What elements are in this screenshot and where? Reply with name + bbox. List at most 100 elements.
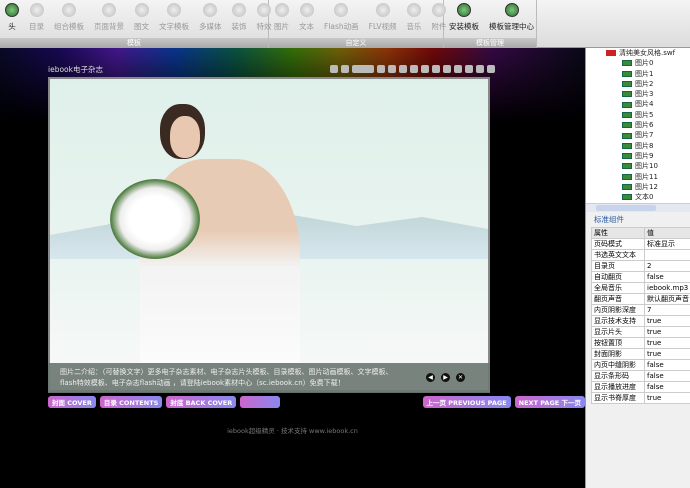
tool-icon[interactable] [399, 65, 407, 73]
tree-item[interactable]: 图片7 [586, 130, 690, 140]
tree-item[interactable]: 文本0 [586, 192, 690, 202]
property-row[interactable]: 显示书脊厚度 true [591, 392, 690, 404]
property-name: 全局音乐 [591, 282, 645, 294]
toolbar-button[interactable]: 图文 [129, 0, 154, 32]
tool-icon[interactable] [421, 65, 429, 73]
previous-page-button[interactable]: 上一页 PREVIOUS PAGE [422, 396, 511, 408]
property-name: 目录页 [591, 260, 645, 272]
toolbar-button[interactable]: 多媒体 [194, 0, 227, 32]
tree-item[interactable]: 图片8 [586, 141, 690, 151]
next-page-button[interactable]: NEXT PAGE 下一页 [514, 396, 585, 408]
property-value[interactable]: true [644, 315, 690, 327]
property-name: 封面阴影 [591, 348, 645, 360]
tree-item[interactable]: 图片4 [586, 99, 690, 109]
zoom-icon[interactable] [341, 65, 349, 73]
tree-item[interactable]: 图片11 [586, 172, 690, 182]
property-row[interactable]: 翻页声音 默认翻页声音 [591, 293, 690, 305]
property-row[interactable]: 内页中缝阴影 false [591, 359, 690, 371]
property-row[interactable]: 显示条形码 false [591, 370, 690, 382]
property-value[interactable]: 7 [644, 304, 690, 316]
toolbar-button[interactable]: FLV视频 [364, 0, 402, 32]
property-value[interactable]: 2 [644, 260, 690, 272]
magazine-page[interactable] [48, 77, 490, 392]
tool-icon[interactable] [388, 65, 396, 73]
close-icon[interactable] [487, 65, 495, 73]
image-icon [622, 122, 632, 129]
property-row[interactable]: 页码模式 标准显示 [591, 238, 690, 250]
horizontal-scrollbar[interactable] [586, 203, 690, 212]
toolbar-button[interactable]: 文本 [294, 0, 319, 32]
property-value[interactable]: true [644, 337, 690, 349]
property-value[interactable]: false [644, 359, 690, 371]
toolbar-button[interactable]: 组合模板 [49, 0, 89, 32]
tool-icon[interactable] [330, 65, 338, 73]
tree-item[interactable]: 图片6 [586, 120, 690, 130]
tree-item[interactable]: 图片9 [586, 151, 690, 161]
tree-item[interactable]: 图片10 [586, 161, 690, 171]
prev-icon[interactable]: ◀ [426, 373, 435, 382]
toolbar-button[interactable]: 文字模板 [154, 0, 194, 32]
property-value[interactable] [644, 249, 690, 261]
close-icon[interactable]: ✕ [456, 373, 465, 382]
tool-icon[interactable] [454, 65, 462, 73]
tool-icon[interactable] [432, 65, 440, 73]
ribbon-toolbar: 头目录 组合模板 页面背景 图文 文字模板 多媒体 装饰 特效 模板 图片 文本 Flash动画 FL… [0, 0, 690, 48]
tree-item[interactable]: 图片2 [586, 79, 690, 89]
tree-item[interactable]: 图片5 [586, 110, 690, 120]
property-row[interactable]: 全局音乐 iebook.mp3 [591, 282, 690, 294]
minimize-icon[interactable] [476, 65, 484, 73]
property-value[interactable]: true [644, 326, 690, 338]
bride-photo [110, 104, 320, 390]
property-value[interactable]: false [644, 271, 690, 283]
back-cover-button[interactable]: 封底 BACK COVER [166, 396, 237, 408]
swf-icon [606, 50, 616, 57]
property-value[interactable]: iebook.mp3 [644, 282, 690, 294]
cover-button[interactable]: 封面 COVER [48, 396, 96, 408]
book-navbar: 封面 COVER 目录 CONTENTS 封底 BACK COVER 上一页 P… [48, 396, 585, 408]
property-row[interactable]: 内页阴影深度 7 [591, 304, 690, 316]
image-icon [622, 163, 632, 170]
tree-label: 图片0 [635, 59, 654, 68]
toolbar-button[interactable]: 装饰 [227, 0, 252, 32]
tool-icon[interactable] [410, 65, 418, 73]
toolbar-button[interactable]: 模板管理中心 [484, 0, 539, 32]
property-row[interactable]: 目录页 2 [591, 260, 690, 272]
tree-root[interactable]: 清纯美女风格.swf [586, 48, 690, 58]
property-row[interactable]: 显示片头 true [591, 326, 690, 338]
tree-item[interactable]: 图片3 [586, 89, 690, 99]
property-row[interactable]: 书选英文文本 [591, 249, 690, 261]
toolbar-button[interactable]: 头 [0, 0, 24, 32]
toolbar-button[interactable]: 图片 [269, 0, 294, 32]
tree-item[interactable]: 图片12 [586, 182, 690, 192]
tree-item[interactable]: 图片0 [586, 58, 690, 68]
property-row[interactable]: 按钮置顶 true [591, 337, 690, 349]
tool-icon[interactable] [377, 65, 385, 73]
tool-icon[interactable] [443, 65, 451, 73]
toolbar-label: 目录 [29, 22, 44, 31]
property-value[interactable]: false [644, 381, 690, 393]
property-value[interactable]: false [644, 370, 690, 382]
property-name: 翻页声音 [591, 293, 645, 305]
tool-icon[interactable] [465, 65, 473, 73]
property-value[interactable]: true [644, 348, 690, 360]
property-row[interactable]: 显示技术支持 true [591, 315, 690, 327]
toolbar-button[interactable]: 页面背景 [89, 0, 129, 32]
properties-table: 属性值 页码模式 标准显示 书选英文文本 目录页 2 自动翻页 false 全局音乐 ieboo… [591, 227, 690, 404]
property-value[interactable]: 标准显示 [644, 238, 690, 250]
property-name: 显示条形码 [591, 370, 645, 382]
toolbar-button[interactable]: 安装模板 [444, 0, 484, 32]
property-row[interactable]: 显示播放进度 false [591, 381, 690, 393]
volume-slider[interactable] [240, 396, 281, 408]
contents-button[interactable]: 目录 CONTENTS [99, 396, 163, 408]
next-icon[interactable]: ▶ [441, 373, 450, 382]
toolbar-button[interactable]: Flash动画 [319, 0, 364, 32]
property-row[interactable]: 封面阴影 true [591, 348, 690, 360]
tree-item[interactable]: 图片1 [586, 69, 690, 79]
toolbar-label: Flash动画 [324, 22, 359, 31]
property-row[interactable]: 自动翻页 false [591, 271, 690, 283]
property-value[interactable]: 默认翻页声音 [644, 293, 690, 305]
toolbar-button[interactable]: 音乐 [401, 0, 426, 32]
slider-icon[interactable] [352, 65, 374, 73]
property-value[interactable]: true [644, 392, 690, 404]
toolbar-button[interactable]: 目录 [24, 0, 49, 32]
